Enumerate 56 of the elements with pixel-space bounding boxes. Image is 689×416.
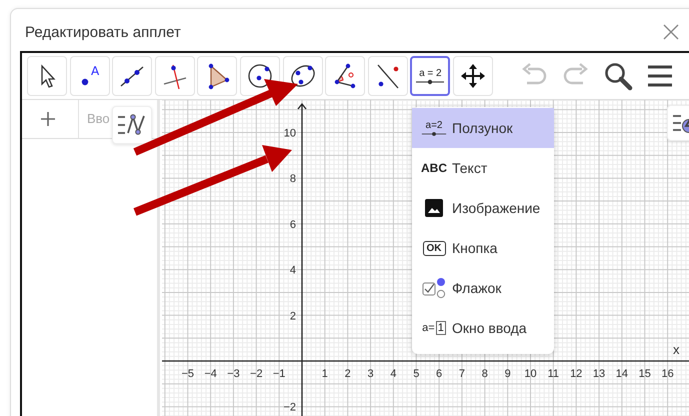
y-tick-label: −2 [283, 402, 296, 414]
y-tick-label: 4 [290, 264, 296, 277]
menu-item[interactable]: a= 1 Окно ввода [412, 308, 554, 348]
x-axis-label: x [673, 342, 680, 357]
close-icon[interactable] [663, 24, 679, 40]
x-tick-label: 3 [367, 368, 374, 380]
menu-item[interactable]: Флажок [412, 268, 554, 308]
x-tick-label: −1 [272, 368, 286, 380]
perpendicular-tool-button[interactable] [154, 56, 195, 96]
point-tool-button[interactable]: A [70, 56, 110, 96]
menu-item[interactable]: a=2 Ползунок [412, 108, 554, 148]
x-tick-label: 4 [390, 368, 396, 380]
x-tick-label: 15 [638, 368, 651, 380]
angle-tool-button[interactable] [325, 56, 366, 96]
search-icon [602, 61, 633, 91]
ellipse-tool-button[interactable] [282, 56, 323, 96]
x-tick-label: 12 [570, 368, 582, 380]
algebra-style-button[interactable] [112, 106, 152, 144]
four-way-arrow-icon [458, 62, 487, 90]
x-tick-label: 16 [661, 368, 674, 380]
x-tick-label: 13 [592, 368, 606, 380]
x-tick-label: −4 [204, 368, 217, 380]
x-tick-label: −5 [181, 368, 194, 380]
x-tick-label: 5 [413, 368, 420, 380]
x-tick-label: 11 [548, 368, 560, 380]
x-tick-label: 7 [458, 368, 466, 380]
x-tick-label: 2 [344, 368, 351, 380]
text-icon: ABC [421, 161, 447, 175]
x-tick-label: −3 [227, 368, 240, 380]
ok-button-icon: OK [422, 240, 446, 256]
line-tool-button[interactable] [112, 56, 152, 96]
circle-icon [246, 62, 274, 90]
move-view-tool-button[interactable] [452, 56, 493, 96]
x-tick-label: 14 [616, 368, 628, 380]
menu-item[interactable]: OK Кнопка [412, 228, 554, 268]
x-tick-label: 10 [524, 368, 537, 380]
graphics-view[interactable]: −5 −4 −3 −2 −1 1 2 3 4 5 6 7 8 9 10 11 12 13 14 15 16 10 8 6 4 2 −2 x a=2 Ползунок ABC Текст Изображение OK Кнопка Флажок a= 1 Окно ввода [162, 100, 689, 416]
y-tick-label: 2 [290, 310, 296, 322]
checkbox-icon [422, 277, 446, 299]
polygon-tool-button[interactable] [197, 56, 238, 96]
x-tick-label: 8 [482, 368, 488, 380]
slider-tool-button[interactable]: a = 2 [410, 56, 450, 96]
x-tick-label: −2 [250, 368, 263, 380]
menu-item[interactable]: Изображение [412, 188, 554, 228]
move-tool-button[interactable] [27, 56, 67, 96]
y-tick-label: 10 [284, 128, 296, 140]
dialog-title: Редактировать апплет [25, 24, 181, 40]
y-tick-label: 8 [290, 173, 296, 186]
y-tick-label: 6 [290, 218, 296, 231]
x-tick-label: 9 [504, 368, 511, 380]
image-icon [425, 199, 443, 217]
menu-item[interactable]: ABC Текст [412, 148, 554, 188]
x-tick-label: 1 [322, 368, 328, 380]
x-tick-label: 6 [436, 368, 442, 380]
reflect-tool-button[interactable] [368, 56, 408, 96]
plus-icon[interactable] [40, 111, 56, 127]
